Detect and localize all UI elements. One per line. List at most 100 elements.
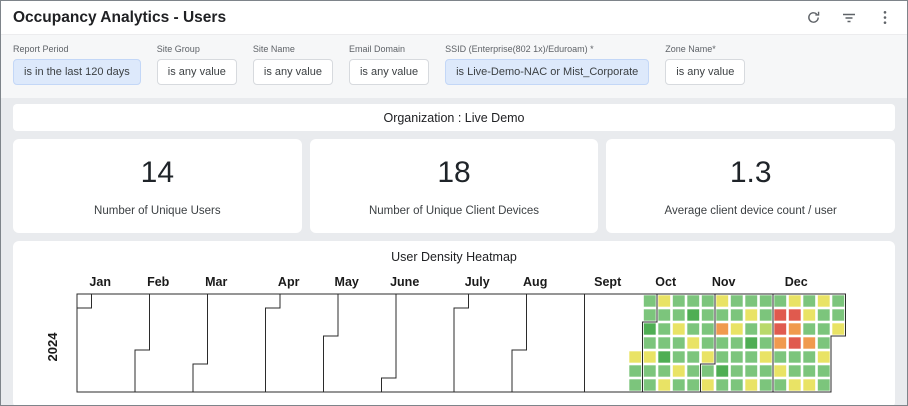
heatmap-cell[interactable]	[760, 379, 772, 390]
heatmap-cell[interactable]	[789, 351, 801, 362]
heatmap-cell[interactable]	[673, 309, 685, 320]
user-density-heatmap[interactable]: JanFebMarAprMayJuneJulyAugSeptOctNovDec2…	[41, 268, 852, 398]
heatmap-cell[interactable]	[716, 379, 728, 390]
heatmap-cell[interactable]	[745, 337, 757, 348]
filter-report-period-value[interactable]: is in the last 120 days	[13, 59, 141, 85]
heatmap-cell[interactable]	[702, 365, 714, 376]
heatmap-cell[interactable]	[702, 295, 714, 306]
heatmap-cell[interactable]	[818, 365, 830, 376]
filter-zone-name-value[interactable]: is any value	[665, 59, 745, 85]
heatmap-cell[interactable]	[745, 351, 757, 362]
heatmap-cell[interactable]	[702, 379, 714, 390]
heatmap-cell[interactable]	[687, 379, 699, 390]
heatmap-cell[interactable]	[673, 379, 685, 390]
heatmap-cell[interactable]	[644, 351, 656, 362]
heatmap-cell[interactable]	[818, 309, 830, 320]
heatmap-cell[interactable]	[658, 379, 670, 390]
heatmap-cell[interactable]	[716, 309, 728, 320]
kebab-menu-icon[interactable]	[877, 10, 893, 26]
heatmap-cell[interactable]	[803, 351, 815, 362]
heatmap-cell[interactable]	[702, 351, 714, 362]
heatmap-cell[interactable]	[745, 309, 757, 320]
heatmap-cell[interactable]	[818, 337, 830, 348]
heatmap-cell[interactable]	[673, 337, 685, 348]
filter-icon[interactable]	[841, 10, 857, 26]
heatmap-cell[interactable]	[687, 309, 699, 320]
heatmap-cell[interactable]	[702, 323, 714, 334]
heatmap-cell[interactable]	[832, 309, 844, 320]
heatmap-cell[interactable]	[644, 323, 656, 334]
heatmap-cell[interactable]	[774, 351, 786, 362]
heatmap-cell[interactable]	[716, 351, 728, 362]
heatmap-cell[interactable]	[658, 351, 670, 362]
heatmap-cell[interactable]	[658, 337, 670, 348]
heatmap-cell[interactable]	[716, 337, 728, 348]
refresh-icon[interactable]	[805, 10, 821, 26]
heatmap-cell[interactable]	[716, 365, 728, 376]
heatmap-cell[interactable]	[687, 323, 699, 334]
heatmap-cell[interactable]	[629, 365, 641, 376]
heatmap-cell[interactable]	[644, 295, 656, 306]
heatmap-cell[interactable]	[658, 295, 670, 306]
heatmap-cell[interactable]	[629, 351, 641, 362]
heatmap-cell[interactable]	[731, 309, 743, 320]
heatmap-cell[interactable]	[760, 351, 772, 362]
heatmap-cell[interactable]	[731, 337, 743, 348]
heatmap-cell[interactable]	[818, 323, 830, 334]
filter-email-domain-value[interactable]: is any value	[349, 59, 429, 85]
heatmap-cell[interactable]	[789, 365, 801, 376]
heatmap-cell[interactable]	[832, 323, 844, 334]
heatmap-cell[interactable]	[745, 379, 757, 390]
heatmap-cell[interactable]	[745, 295, 757, 306]
heatmap-cell[interactable]	[745, 323, 757, 334]
heatmap-cell[interactable]	[803, 323, 815, 334]
heatmap-cell[interactable]	[760, 337, 772, 348]
heatmap-cell[interactable]	[774, 323, 786, 334]
heatmap-cell[interactable]	[658, 323, 670, 334]
heatmap-cell[interactable]	[818, 351, 830, 362]
heatmap-cell[interactable]	[774, 295, 786, 306]
heatmap-cell[interactable]	[774, 379, 786, 390]
heatmap-cell[interactable]	[716, 323, 728, 334]
heatmap-cell[interactable]	[629, 379, 641, 390]
heatmap-cell[interactable]	[658, 309, 670, 320]
heatmap-cell[interactable]	[673, 295, 685, 306]
heatmap-cell[interactable]	[731, 379, 743, 390]
heatmap-cell[interactable]	[803, 365, 815, 376]
heatmap-cell[interactable]	[731, 323, 743, 334]
heatmap-cell[interactable]	[687, 351, 699, 362]
heatmap-cell[interactable]	[702, 337, 714, 348]
heatmap-cell[interactable]	[644, 379, 656, 390]
heatmap-cell[interactable]	[731, 365, 743, 376]
heatmap-cell[interactable]	[818, 379, 830, 390]
heatmap-cell[interactable]	[687, 295, 699, 306]
heatmap-cell[interactable]	[644, 365, 656, 376]
heatmap-cell[interactable]	[731, 351, 743, 362]
heatmap-cell[interactable]	[673, 323, 685, 334]
heatmap-cell[interactable]	[687, 365, 699, 376]
heatmap-cell[interactable]	[789, 379, 801, 390]
filter-ssid-value[interactable]: is Live-Demo-NAC or Mist_Corporate	[445, 59, 649, 85]
heatmap-cell[interactable]	[644, 337, 656, 348]
heatmap-cell[interactable]	[803, 337, 815, 348]
heatmap-cell[interactable]	[774, 337, 786, 348]
heatmap-cell[interactable]	[687, 337, 699, 348]
heatmap-cell[interactable]	[803, 309, 815, 320]
heatmap-cell[interactable]	[760, 309, 772, 320]
heatmap-cell[interactable]	[789, 309, 801, 320]
heatmap-cell[interactable]	[658, 365, 670, 376]
heatmap-cell[interactable]	[760, 365, 772, 376]
heatmap-cell[interactable]	[673, 351, 685, 362]
heatmap-cell[interactable]	[832, 295, 844, 306]
heatmap-cell[interactable]	[803, 379, 815, 390]
heatmap-cell[interactable]	[818, 295, 830, 306]
filter-site-group-value[interactable]: is any value	[157, 59, 237, 85]
heatmap-cell[interactable]	[789, 337, 801, 348]
heatmap-cell[interactable]	[760, 295, 772, 306]
heatmap-cell[interactable]	[702, 309, 714, 320]
heatmap-cell[interactable]	[789, 323, 801, 334]
heatmap-cell[interactable]	[673, 365, 685, 376]
heatmap-cell[interactable]	[716, 295, 728, 306]
heatmap-cell[interactable]	[774, 365, 786, 376]
heatmap-cell[interactable]	[731, 295, 743, 306]
